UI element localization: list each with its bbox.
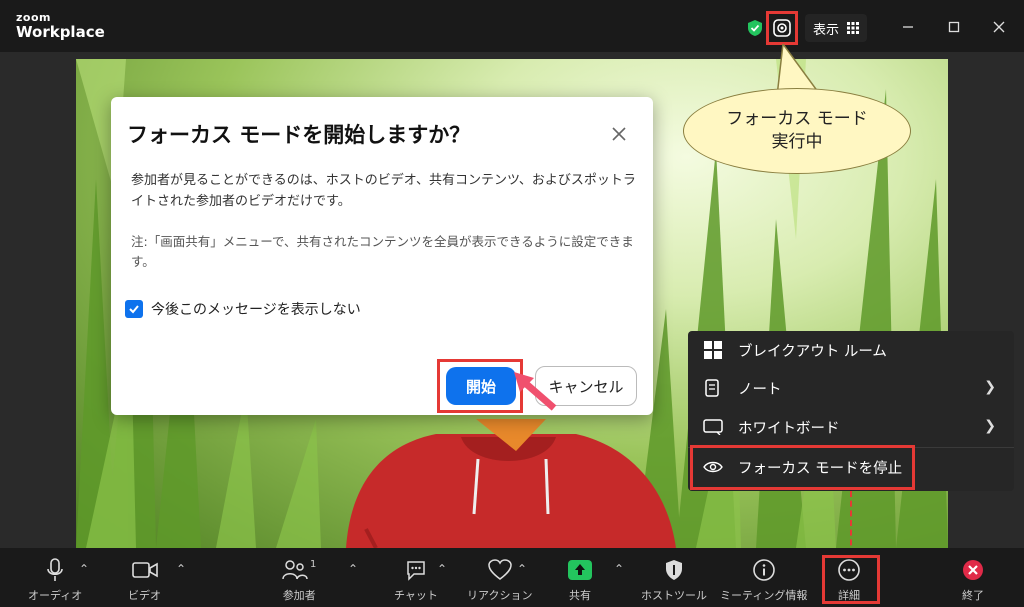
- dont-show-again-option[interactable]: 今後このメッセージを表示しない: [125, 299, 361, 319]
- share-options-caret[interactable]: ⌃: [614, 562, 624, 576]
- video-label: ビデオ: [128, 589, 161, 602]
- microphone-icon: [47, 558, 63, 581]
- end-icon: [963, 560, 983, 580]
- start-button[interactable]: 開始: [446, 367, 516, 405]
- maximize-icon: [948, 21, 960, 33]
- host-tools-button[interactable]: ホストツール: [641, 556, 707, 603]
- dialog-title: フォーカス モードを開始しますか？: [127, 123, 471, 147]
- meeting-info-button[interactable]: ミーティング情報: [720, 556, 807, 603]
- audio-label: オーディオ: [28, 589, 83, 602]
- zoom-logo: zoom Workplace: [16, 12, 105, 40]
- note-icon: [705, 379, 719, 397]
- close-icon: [993, 21, 1005, 33]
- share-button[interactable]: 共有: [568, 556, 592, 603]
- video-button[interactable]: ビデオ: [128, 556, 161, 603]
- grid-icon: [704, 341, 722, 359]
- chevron-right-icon: ❯: [984, 379, 996, 395]
- view-button[interactable]: 表示: [805, 14, 868, 42]
- minimize-icon: [903, 26, 913, 28]
- menu-item-label: ブレイクアウト ルーム: [738, 343, 887, 360]
- participants-options-caret[interactable]: ⌃: [348, 562, 358, 576]
- reactions-options-caret[interactable]: ⌃: [517, 562, 527, 576]
- host-tools-label: ホストツール: [641, 589, 707, 602]
- video-camera-icon: [131, 562, 158, 578]
- dialog-close-icon[interactable]: [609, 124, 629, 144]
- share-screen-icon: [568, 560, 592, 580]
- menu-item-label: ホワイトボード: [738, 420, 840, 437]
- audio-options-caret[interactable]: ⌃: [79, 562, 89, 576]
- callout-line2: 実行中: [771, 132, 823, 152]
- participants-count: 1: [310, 558, 317, 570]
- maximize-button[interactable]: [941, 14, 967, 40]
- chat-options-caret[interactable]: ⌃: [437, 562, 447, 576]
- participants-label: 参加者: [282, 589, 316, 602]
- logo-bottom-text: Workplace: [16, 23, 105, 41]
- share-label: 共有: [569, 589, 591, 602]
- menu-item-breakout-rooms[interactable]: ブレイクアウト ルーム: [688, 331, 1014, 369]
- host-shield-icon: [666, 560, 682, 580]
- stop-focus-mode-highlight: [690, 445, 915, 490]
- chat-button[interactable]: チャット: [394, 556, 438, 603]
- meeting-info-label: ミーティング情報: [720, 589, 808, 602]
- dont-show-again-checkbox[interactable]: [125, 300, 143, 318]
- chevron-right-icon: ❯: [984, 418, 996, 434]
- audio-button[interactable]: オーディオ: [28, 556, 82, 603]
- checkmark-icon: [129, 305, 139, 314]
- dont-show-again-label: 今後このメッセージを表示しない: [151, 302, 361, 318]
- end-label: 終了: [962, 589, 984, 602]
- video-options-caret[interactable]: ⌃: [176, 562, 186, 576]
- heart-icon: [487, 559, 512, 580]
- reactions-label: リアクション: [467, 589, 533, 602]
- zoom-meeting-window: zoom Workplace 表示 フォーカス モード 実行中 フォーカス モー…: [0, 0, 1024, 607]
- close-window-button[interactable]: [986, 14, 1012, 40]
- callout-line1: フォーカス モード: [726, 109, 868, 130]
- menu-item-label: ノート: [738, 381, 782, 398]
- end-meeting-button[interactable]: 終了: [962, 556, 984, 603]
- chat-icon: [407, 561, 425, 581]
- pointer-arrow-icon: [514, 372, 557, 411]
- annotation-dashed-line: [850, 491, 852, 555]
- title-bar: zoom Workplace 表示: [0, 0, 1024, 52]
- chat-label: チャット: [394, 589, 438, 602]
- focus-mode-indicator[interactable]: [766, 11, 798, 45]
- focus-mode-callout: フォーカス モード 実行中: [683, 88, 911, 174]
- logo-top-text: zoom: [16, 11, 51, 24]
- menu-item-whiteboard[interactable]: ホワイトボード ❯: [688, 408, 1014, 446]
- focus-mode-icon: [773, 19, 791, 37]
- dialog-body-text: 参加者が見ることができるのは、ホストのビデオ、共有コンテンツ、およびスポットライ…: [131, 173, 636, 209]
- view-label: 表示: [813, 22, 840, 38]
- more-button-highlight: [822, 555, 880, 604]
- grid-view-icon: [847, 22, 860, 34]
- info-icon: [752, 559, 775, 581]
- menu-item-notes[interactable]: ノート ❯: [688, 369, 1014, 407]
- security-shield-icon[interactable]: [746, 19, 764, 37]
- dialog-note-text: 注:「画面共有」メニューで、共有されたコンテンツを全員が表示できるように設定でき…: [131, 234, 634, 269]
- participants-button[interactable]: 1 参加者: [282, 556, 316, 603]
- whiteboard-icon: [703, 419, 723, 435]
- minimize-button[interactable]: [895, 14, 921, 40]
- participants-icon: [282, 560, 308, 580]
